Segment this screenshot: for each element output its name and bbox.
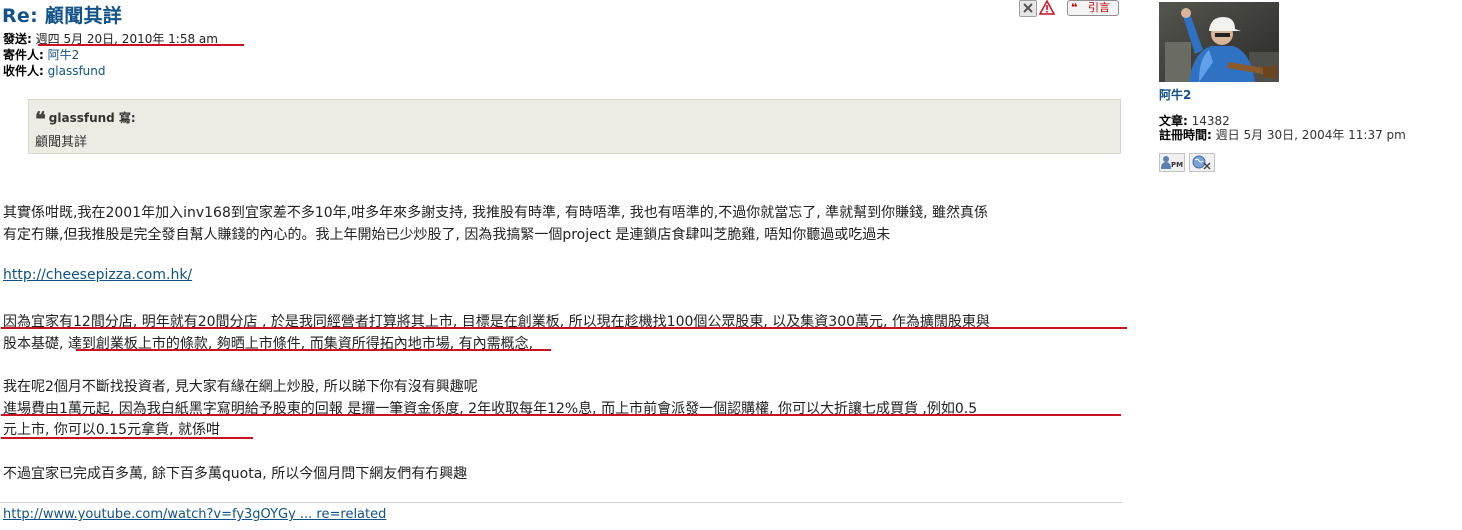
annotation-underline <box>38 44 244 46</box>
delete-icon <box>1023 3 1033 13</box>
post-title: Re: 顧聞其詳 <box>2 5 123 27</box>
signature-divider <box>0 502 1122 503</box>
delete-button[interactable] <box>1019 0 1037 17</box>
post-meta: 發送: 週四 5月 20日, 2010年 1:58 am 寄件人: 阿牛2 收件… <box>3 31 218 79</box>
www-icon <box>1192 155 1211 170</box>
paragraph-line: 有定冇賺,但我推股是完全發自幫人賺錢的內心的。我上年開始已少炒股了, 因為我搞緊… <box>3 227 891 243</box>
quote-icon: ❝ <box>1071 1 1078 14</box>
sender-link[interactable]: 阿牛2 <box>48 48 80 62</box>
recipient-link[interactable]: glassfund <box>48 64 106 78</box>
signature-link[interactable]: http://www.youtube.com/watch?v=fy3gOYGy … <box>3 507 386 522</box>
paragraph-line: 元上市, 你可以0.15元拿貨, 就係咁 <box>3 422 220 438</box>
sender-label: 寄件人: <box>3 48 44 62</box>
avatar <box>1159 2 1279 82</box>
pm-icon: PM <box>1161 156 1183 169</box>
cheesepizza-link[interactable]: http://cheesepizza.com.hk/ <box>3 267 192 283</box>
quote-text: 顧聞其詳 <box>35 135 88 150</box>
www-button[interactable] <box>1189 153 1215 172</box>
paragraph-line: 不過宜家已完成百多萬, 餘下百多萬quota, 所以今個月問下網友們有冇興趣 <box>3 466 468 482</box>
posts-label: 文章: <box>1159 114 1188 128</box>
report-icon <box>1039 0 1055 15</box>
joined-date: 週日 5月 30日, 2004年 11:37 pm <box>1215 128 1406 142</box>
quote-cite-text: glassfund 寫: <box>48 111 136 125</box>
paragraph-line: 我在呢2個月不斷找投資者, 見大家有緣在網上炒股, 所以睇下你有沒有興趣呢 <box>3 379 478 395</box>
post: Re: 顧聞其詳 ❝ 引言 發送: 週四 5月 20日, 2010年 1:58 … <box>0 0 1127 530</box>
quote-cite: ❝ glassfund 寫: <box>35 109 136 129</box>
report-button[interactable] <box>1039 0 1055 16</box>
paragraph-line: 其實係咁既,我在2001年加入inv168到宜家差不多10年,咁多年來多謝支持,… <box>3 205 989 221</box>
annotation-underline <box>1 327 1127 329</box>
annotation-underline <box>1 414 1121 416</box>
annotation-underline <box>1 437 253 439</box>
quote-box: ❝ glassfund 寫: 顧聞其詳 <box>28 99 1121 154</box>
quote-button[interactable]: ❝ 引言 <box>1067 0 1119 16</box>
svg-text:PM: PM <box>1171 161 1183 169</box>
poster-username[interactable]: 阿牛2 <box>1159 86 1191 103</box>
sent-label: 發送: <box>3 32 32 46</box>
poster-info: 文章: 14382 註冊時間: 週日 5月 30日, 2004年 11:37 p… <box>1159 114 1406 142</box>
avatar-photo <box>1159 2 1279 82</box>
quote-button-label: 引言 <box>1088 1 1110 14</box>
posts-count: 14382 <box>1191 114 1230 128</box>
recipient-label: 收件人: <box>3 64 44 78</box>
pm-button[interactable]: PM <box>1159 153 1185 172</box>
annotation-underline <box>76 349 551 351</box>
joined-label: 註冊時間: <box>1159 128 1212 142</box>
blockquote-icon: ❝ <box>35 107 46 131</box>
